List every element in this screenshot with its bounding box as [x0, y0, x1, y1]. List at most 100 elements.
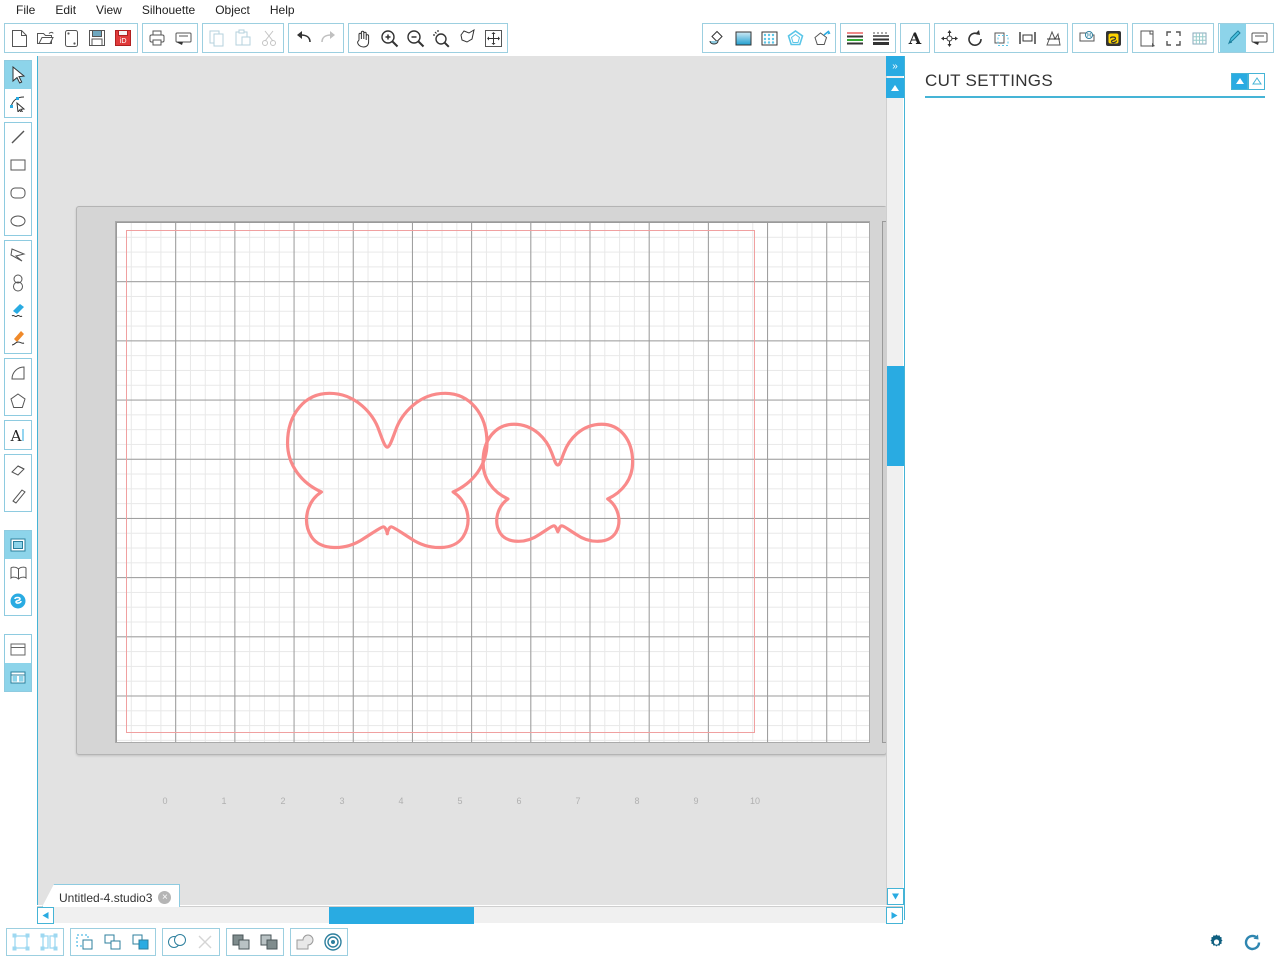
- pan-hand-icon[interactable]: [350, 24, 376, 52]
- smooth-freehand-tool-icon[interactable]: [5, 325, 31, 353]
- gear-icon[interactable]: [1202, 929, 1230, 955]
- menu-edit[interactable]: Edit: [45, 0, 86, 20]
- butterfly-shape-large[interactable]: [285, 391, 489, 550]
- panel-up-icon[interactable]: [886, 78, 904, 98]
- canvas-vertical-scrollbar[interactable]: [886, 56, 904, 905]
- menu-view[interactable]: View: [86, 0, 132, 20]
- rectangle-tool-icon[interactable]: [5, 151, 31, 179]
- grid-settings-icon[interactable]: [1186, 24, 1212, 52]
- collapse-panel-icon[interactable]: »: [886, 56, 904, 76]
- menu-help[interactable]: Help: [260, 0, 305, 20]
- rounded-rectangle-tool-icon[interactable]: [5, 179, 31, 207]
- redo-icon[interactable]: [316, 24, 342, 52]
- library-icon[interactable]: [5, 559, 31, 587]
- split-view-icon[interactable]: [5, 663, 31, 691]
- page-setup-icon[interactable]: [1134, 24, 1160, 52]
- send-to-silhouette-icon[interactable]: [170, 24, 196, 52]
- mat-work-area[interactable]: [115, 221, 870, 743]
- menu-object[interactable]: Object: [205, 0, 260, 20]
- store-icon[interactable]: [1100, 24, 1126, 52]
- polygon-tool-icon[interactable]: [5, 241, 31, 269]
- send-panel-icon[interactable]: [1246, 24, 1272, 52]
- zoom-in-icon[interactable]: [376, 24, 402, 52]
- bring-to-front-icon[interactable]: [227, 929, 255, 955]
- knife-tool-icon[interactable]: [5, 483, 31, 511]
- gradient-fill-icon[interactable]: [730, 24, 756, 52]
- align-icon[interactable]: [1014, 24, 1040, 52]
- line-thickness-icon[interactable]: [868, 24, 894, 52]
- design-canvas[interactable]: 0 1 2 3 4 5 6 7 8 0 1 2 3 4 5 6 7 8 9 10: [37, 56, 903, 905]
- offset-ring-icon[interactable]: [319, 929, 347, 955]
- design-page-icon[interactable]: [5, 531, 31, 559]
- eraser-tool-icon[interactable]: [5, 455, 31, 483]
- arc-tool-icon[interactable]: [5, 359, 31, 387]
- fit-to-window-icon[interactable]: [480, 24, 506, 52]
- my-library-icon[interactable]: M: [1074, 24, 1100, 52]
- registration-marks-icon[interactable]: [1160, 24, 1186, 52]
- transform-icon[interactable]: [936, 24, 962, 52]
- butterfly-shape-small[interactable]: [481, 422, 635, 543]
- fill-color-icon[interactable]: [704, 24, 730, 52]
- edit-points-icon[interactable]: [5, 89, 31, 117]
- merge-icon[interactable]: [163, 929, 191, 955]
- ellipse-tool-icon[interactable]: [5, 207, 31, 235]
- line-color-icon[interactable]: [782, 24, 808, 52]
- vertical-scroll-thumb[interactable]: [887, 366, 904, 466]
- scroll-left-icon[interactable]: [37, 907, 54, 924]
- weld-icon[interactable]: [127, 929, 155, 955]
- release-compound-path-icon[interactable]: [99, 929, 127, 955]
- freehand-tool-icon[interactable]: [5, 297, 31, 325]
- ruler-tick: 9: [693, 796, 699, 806]
- print-icon[interactable]: [144, 24, 170, 52]
- close-icon[interactable]: ×: [158, 891, 172, 904]
- copy-icon[interactable]: [204, 24, 230, 52]
- select-arrow-icon[interactable]: [5, 61, 31, 89]
- save-icon[interactable]: [84, 24, 110, 52]
- modify-icon[interactable]: [1040, 24, 1066, 52]
- bottom-toolbar: [0, 924, 1280, 960]
- zoom-selection-icon[interactable]: [428, 24, 454, 52]
- store-globe-icon[interactable]: [5, 587, 31, 615]
- cutting-mat[interactable]: Letter: [76, 206, 903, 755]
- offset-icon[interactable]: [988, 24, 1014, 52]
- single-view-icon[interactable]: [5, 635, 31, 663]
- canvas-horizontal-scrollbar[interactable]: [37, 906, 903, 924]
- subtract-icon[interactable]: [191, 929, 219, 955]
- send-to-back-icon[interactable]: [255, 929, 283, 955]
- sync-icon[interactable]: [1238, 929, 1266, 955]
- cut-scissors-icon[interactable]: [256, 24, 282, 52]
- undo-icon[interactable]: [290, 24, 316, 52]
- document-tab-strip: Untitled-4.studio3 ×: [37, 884, 903, 907]
- panel-collapse-icon[interactable]: [1231, 72, 1248, 90]
- menu-silhouette[interactable]: Silhouette: [132, 0, 205, 20]
- replicate-icon[interactable]: [962, 24, 988, 52]
- make-compound-path-icon[interactable]: [71, 929, 99, 955]
- text-tool-icon[interactable]: A: [5, 421, 31, 449]
- line-tool-icon[interactable]: [5, 123, 31, 151]
- scroll-right-icon[interactable]: [886, 907, 903, 924]
- zoom-region-icon[interactable]: [454, 24, 480, 52]
- library-toolbar-group: M: [1072, 23, 1128, 53]
- paste-icon[interactable]: [230, 24, 256, 52]
- zoom-out-icon[interactable]: [402, 24, 428, 52]
- horizontal-scroll-thumb[interactable]: [329, 907, 474, 924]
- curve-tool-icon[interactable]: [5, 269, 31, 297]
- pattern-fill-icon[interactable]: [756, 24, 782, 52]
- cut-settings-icon[interactable]: [1220, 24, 1246, 52]
- ungroup-icon[interactable]: [35, 929, 63, 955]
- menu-file[interactable]: File: [6, 0, 45, 20]
- text-style-icon[interactable]: A: [902, 24, 928, 52]
- open-recent-icon[interactable]: [58, 24, 84, 52]
- save-to-library-icon[interactable]: iD: [110, 24, 136, 52]
- line-style-icon[interactable]: [842, 24, 868, 52]
- new-document-icon[interactable]: [6, 24, 32, 52]
- send-toolbar-group: [1218, 23, 1274, 53]
- text-toolbar-group: A: [900, 23, 930, 53]
- regular-polygon-tool-icon[interactable]: [5, 387, 31, 415]
- group-icon[interactable]: [7, 929, 35, 955]
- open-folder-icon[interactable]: [32, 24, 58, 52]
- panel-expand-icon[interactable]: [1248, 72, 1265, 90]
- document-tab[interactable]: Untitled-4.studio3 ×: [42, 884, 181, 907]
- sketch-pen-icon[interactable]: [808, 24, 834, 52]
- trace-icon[interactable]: [291, 929, 319, 955]
